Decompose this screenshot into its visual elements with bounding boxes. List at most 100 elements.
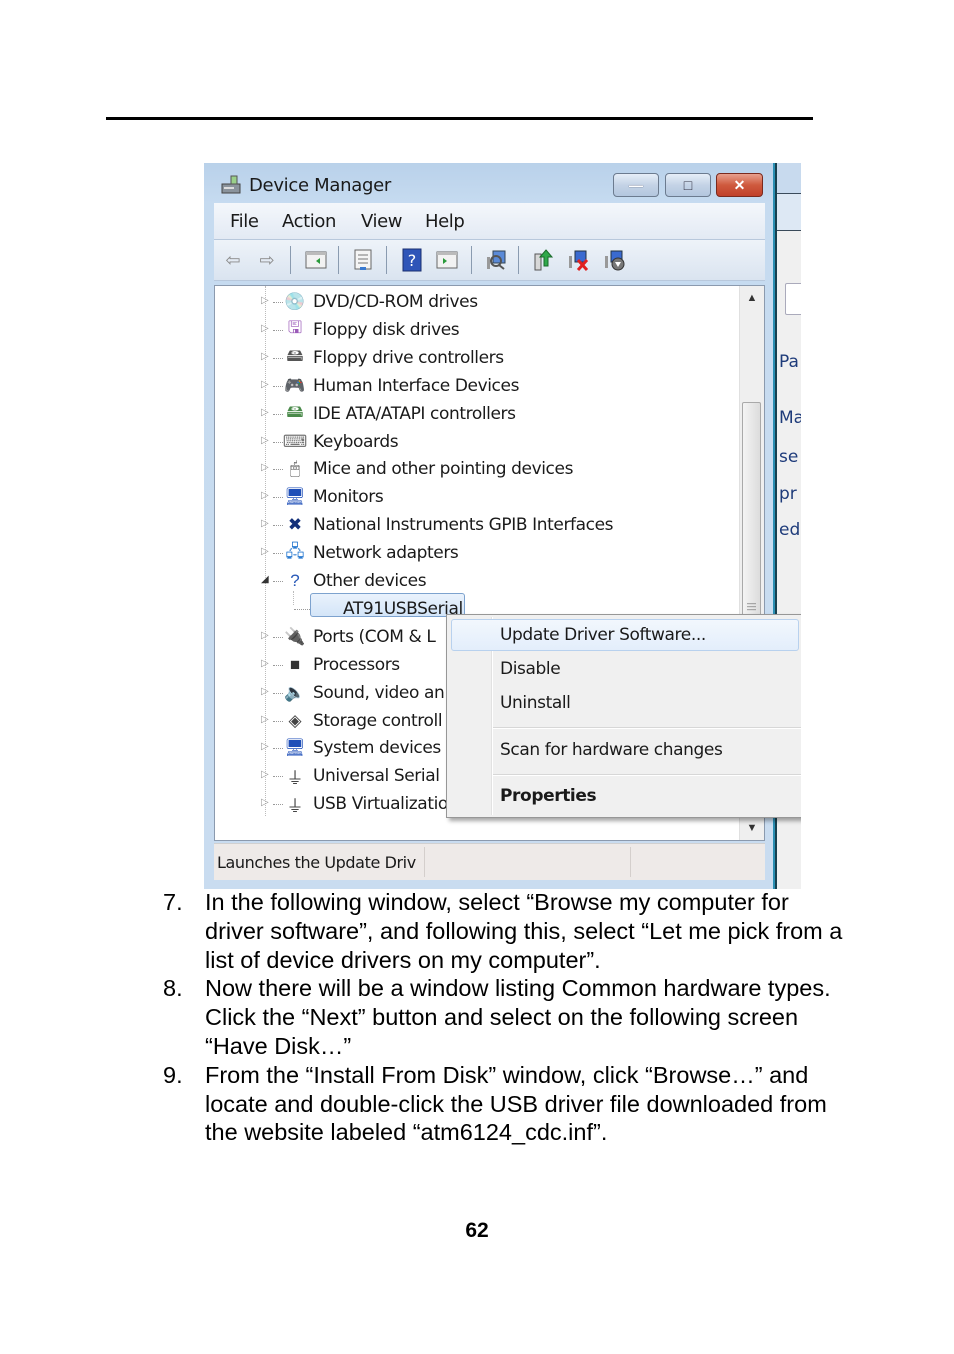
hid-icon: 🎮: [284, 375, 306, 395]
usb-icon: ⏚: [286, 796, 304, 816]
maximize-button[interactable]: □: [665, 173, 711, 197]
title-bar[interactable]: Device Manager — □ ✕: [204, 163, 773, 203]
tree-connector: [273, 469, 283, 471]
tree-item-label: Universal Serial E: [313, 766, 455, 787]
show-hide-console-tree-icon[interactable]: [303, 247, 329, 273]
tree-item-label: Ports (COM & L: [313, 626, 436, 647]
minimize-button[interactable]: —: [613, 173, 659, 197]
tree-item-label: Monitors: [313, 487, 384, 508]
tree-connector: [273, 804, 283, 806]
tree-item-label: Processors: [313, 654, 400, 675]
status-divider: [424, 847, 425, 877]
toolbar-separator: [471, 246, 472, 274]
close-button[interactable]: ✕: [716, 173, 763, 197]
speaker-icon: 🔈: [284, 682, 306, 702]
menu-file[interactable]: File: [230, 211, 259, 232]
ide-controller-icon: 🖴: [286, 402, 304, 422]
dvd-drive-icon: 💿: [284, 292, 306, 311]
tree-item-label: Sound, video an: [313, 682, 445, 703]
menu-item-scan-for-hardware-changes[interactable]: Scan for hardware changes: [500, 740, 723, 760]
tree-item[interactable]: ▷ ⌨ Keyboards: [215, 428, 735, 456]
tree-item-label: System devices: [313, 738, 441, 759]
tree-item[interactable]: ▷ 🎮 Human Interface Devices: [215, 372, 735, 400]
maximize-icon: □: [683, 177, 693, 193]
tree-item[interactable]: ▷ 🖥 Monitors: [215, 483, 735, 511]
tree-item[interactable]: ▷ 🖴 Floppy drive controllers: [215, 344, 735, 372]
collapse-arrow-icon[interactable]: ◢: [261, 574, 269, 585]
expand-arrow-icon[interactable]: ▷: [261, 686, 269, 697]
expand-arrow-icon[interactable]: ▷: [261, 658, 269, 669]
step-7: 7. In the following window, select “Brow…: [163, 888, 843, 974]
tree-item-label: Floppy disk drives: [313, 319, 460, 340]
tree-item-label: Human Interface Devices: [313, 375, 520, 396]
tree-item[interactable]: ▷ 🖴 IDE ATA/ATAPI controllers: [215, 400, 735, 428]
menu-item-uninstall[interactable]: Uninstall: [500, 693, 571, 713]
processor-icon: ■: [289, 654, 301, 674]
page-number: 62: [465, 1219, 489, 1242]
expand-arrow-icon[interactable]: ▷: [261, 518, 269, 529]
background-titlebar: [777, 163, 801, 194]
menu-help[interactable]: Help: [425, 211, 465, 232]
unknown-device-icon: ?: [290, 571, 300, 590]
context-menu: Update Driver Software... Disable Uninst…: [446, 614, 801, 818]
tree-item[interactable]: ▷ 💿 DVD/CD-ROM drives: [215, 288, 735, 316]
tree-connector: [273, 664, 283, 666]
back-icon[interactable]: ⇦: [220, 247, 246, 273]
usb-icon: ⏚: [286, 768, 304, 788]
tree-connector: [273, 692, 283, 694]
expand-arrow-icon[interactable]: ▷: [261, 797, 269, 808]
expand-arrow-icon[interactable]: ▷: [261, 435, 269, 446]
menu-action[interactable]: Action: [282, 211, 336, 232]
tree-connector: [273, 776, 283, 778]
expand-arrow-icon[interactable]: ▷: [261, 714, 269, 725]
step-text: In the following window, select “Browse …: [205, 889, 843, 973]
show-action-pane-icon[interactable]: [434, 247, 460, 273]
update-driver-icon[interactable]: [530, 247, 556, 273]
menu-separator: [493, 727, 801, 729]
minimize-icon: —: [629, 177, 643, 193]
background-device-icon: [785, 283, 801, 315]
expand-arrow-icon[interactable]: ▷: [261, 407, 269, 418]
expand-arrow-icon[interactable]: ▷: [261, 630, 269, 641]
expand-arrow-icon[interactable]: ▷: [261, 295, 269, 306]
expand-arrow-icon[interactable]: ▷: [261, 323, 269, 334]
toolbar-separator: [518, 246, 519, 274]
tree-item-label: Keyboards: [313, 431, 399, 452]
expand-arrow-icon[interactable]: ▷: [261, 769, 269, 780]
scrollbar-thumb[interactable]: ― ― ―: [742, 402, 761, 616]
help-icon[interactable]: ?: [399, 247, 425, 273]
toolbar-separator: [338, 246, 339, 274]
expand-arrow-icon[interactable]: ▷: [261, 741, 269, 752]
menu-item-update-driver-software[interactable]: Update Driver Software...: [500, 625, 706, 645]
expand-arrow-icon[interactable]: ▷: [261, 351, 269, 362]
port-icon: 🔌: [284, 626, 306, 646]
step-8: 8. Now there will be a window listing Co…: [163, 974, 843, 1060]
expand-arrow-icon[interactable]: ▷: [261, 462, 269, 473]
properties-icon[interactable]: [350, 247, 376, 273]
tree-item[interactable]: ▷ ✖ National Instruments GPIB Interfaces: [215, 511, 735, 539]
menu-view[interactable]: View: [361, 211, 403, 232]
disable-icon[interactable]: [602, 247, 628, 273]
scroll-down-arrow-icon[interactable]: ▼: [740, 822, 764, 834]
expand-arrow-icon[interactable]: ▷: [261, 379, 269, 390]
instruction-list: 7. In the following window, select “Brow…: [163, 888, 843, 1147]
forward-icon[interactable]: ⇨: [254, 247, 280, 273]
status-bar: Launches the Update Driv: [214, 843, 765, 880]
expand-arrow-icon[interactable]: ▷: [261, 546, 269, 557]
tree-item[interactable]: ◢? Other devices: [215, 567, 735, 595]
tree-item[interactable]: ▷ 🖧 Network adapters: [215, 539, 735, 567]
tree-item-label: Mice and other pointing devices: [313, 459, 574, 480]
uninstall-icon[interactable]: [566, 247, 592, 273]
scroll-up-arrow-icon[interactable]: ▲: [740, 292, 764, 304]
menu-item-disable[interactable]: Disable: [500, 659, 561, 679]
scan-hardware-icon[interactable]: [483, 247, 509, 273]
floppy-controller-icon: 🖴: [286, 346, 304, 366]
expand-arrow-icon[interactable]: ▷: [261, 490, 269, 501]
tree-item[interactable]: ▷ 🖫 Floppy disk drives: [215, 316, 735, 344]
tree-connector: [273, 302, 283, 303]
background-toolbar: [777, 194, 801, 231]
toolbar: ⇦ ⇨ ?: [214, 240, 765, 281]
menu-item-properties[interactable]: Properties: [500, 786, 597, 806]
status-text: Launches the Update Driv: [217, 853, 416, 872]
tree-item[interactable]: ▷ 🖱 Mice and other pointing devices: [215, 455, 735, 483]
